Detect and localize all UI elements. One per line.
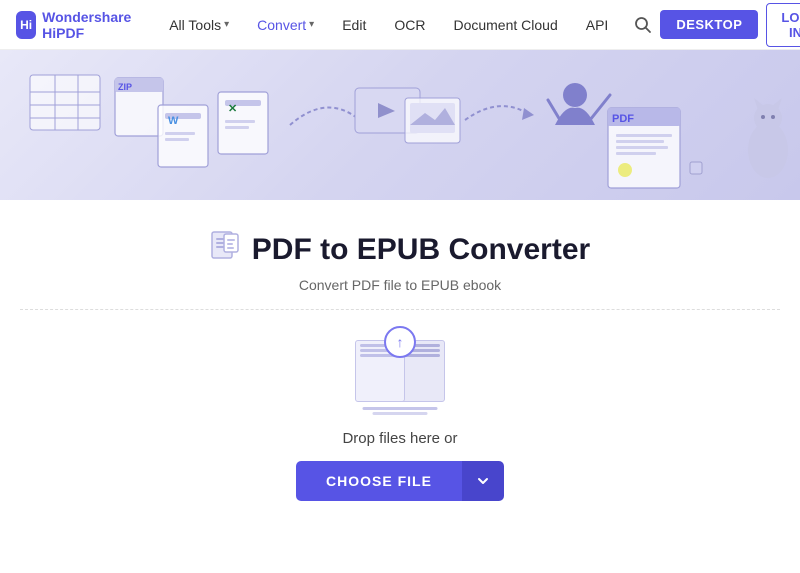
converter-section: PDF to EPUB Converter Convert PDF file t… xyxy=(0,200,800,551)
chevron-down-icon: ▾ xyxy=(224,19,229,30)
chevron-down-icon xyxy=(476,474,490,488)
desktop-button[interactable]: DESKTOP xyxy=(660,10,758,39)
nav-all-tools[interactable]: All Tools ▾ xyxy=(159,11,239,39)
logo-area[interactable]: Hi Wondershare HiPDF xyxy=(16,9,139,41)
login-button[interactable]: LOG IN xyxy=(766,3,800,47)
navbar: Hi Wondershare HiPDF All Tools ▾ Convert… xyxy=(0,0,800,50)
svg-text:💡: 💡 xyxy=(619,164,633,177)
svg-text:ZIP: ZIP xyxy=(118,82,132,92)
upload-arrow-icon: ↑ xyxy=(384,326,416,358)
brand-name: Wondershare HiPDF xyxy=(42,9,139,41)
choose-file-button[interactable]: CHOOSE FILE xyxy=(296,461,462,501)
svg-text:⚙: ⚙ xyxy=(692,164,701,175)
converter-icon xyxy=(210,230,242,269)
nav-convert[interactable]: Convert ▾ xyxy=(247,11,324,39)
choose-file-dropdown-button[interactable] xyxy=(462,461,504,501)
page-title: PDF to EPUB Converter xyxy=(252,233,590,267)
search-icon[interactable] xyxy=(634,9,652,41)
choose-file-group: CHOOSE FILE xyxy=(296,461,504,501)
drop-files-text: Drop files here or xyxy=(342,430,457,447)
nav-edit[interactable]: Edit xyxy=(332,11,376,39)
doc-base xyxy=(363,407,438,410)
converter-title-area: PDF to EPUB Converter xyxy=(210,230,590,269)
svg-text:✕: ✕ xyxy=(228,103,237,115)
nav-ocr[interactable]: OCR xyxy=(384,11,435,39)
nav-document-cloud[interactable]: Document Cloud xyxy=(443,11,567,39)
svg-text:PDF: PDF xyxy=(612,113,634,125)
hero-banner: ZIP W ✕ xyxy=(0,50,800,200)
upload-graphic: ↑ xyxy=(355,330,445,410)
upload-area[interactable]: ↑ Drop files here or CHOOSE FILE xyxy=(20,310,780,531)
chevron-down-icon: ▾ xyxy=(309,19,314,30)
nav-api[interactable]: API xyxy=(576,11,619,39)
logo-icon: Hi xyxy=(16,11,36,39)
svg-text:W: W xyxy=(168,115,179,127)
upload-icon-container: ↑ xyxy=(355,330,445,410)
hero-illustration: ZIP W ✕ xyxy=(0,50,800,200)
converter-subtitle: Convert PDF file to EPUB ebook xyxy=(299,277,501,293)
